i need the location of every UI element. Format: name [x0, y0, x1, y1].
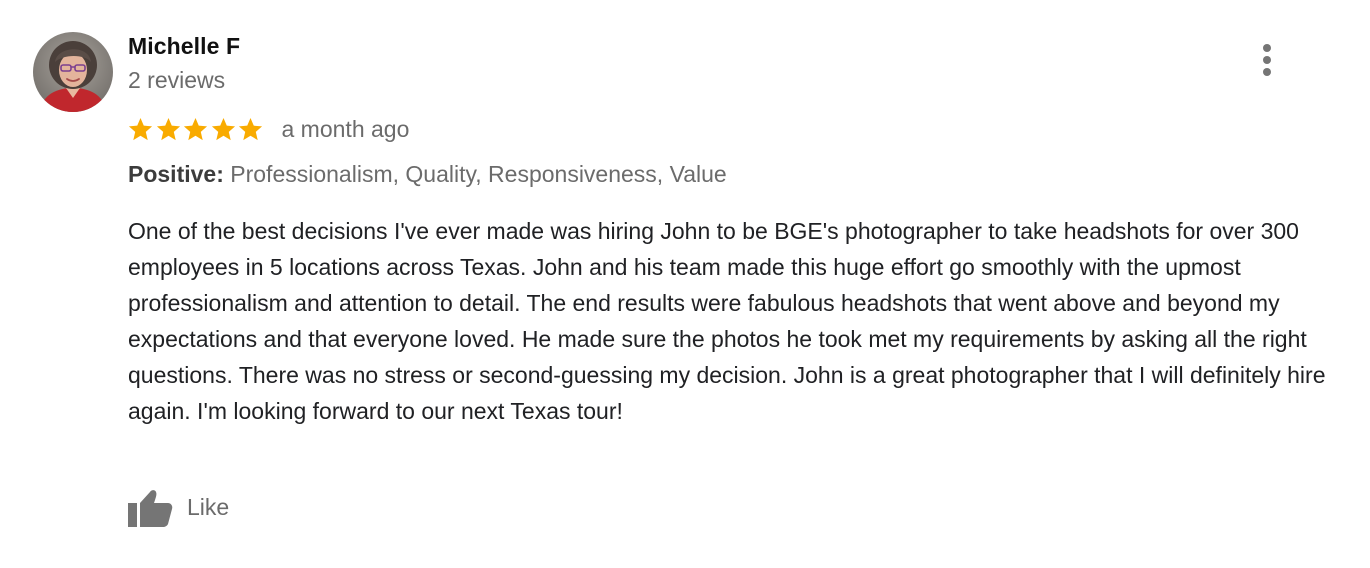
review-card: Michelle F 2 reviews a month ago Positiv…	[0, 0, 1370, 568]
more-vert-icon	[1263, 44, 1271, 76]
star-icon	[156, 117, 180, 140]
review-time: a month ago	[281, 115, 410, 142]
more-options-button[interactable]	[1252, 40, 1282, 82]
positive-aspects: Positive: Professionalism, Quality, Resp…	[128, 161, 727, 188]
user-avatar-photo[interactable]	[33, 32, 113, 112]
aspects-label: Positive:	[128, 161, 224, 187]
review-body: One of the best decisions I've ever made…	[128, 218, 1326, 424]
thumbs-up-icon	[128, 490, 173, 527]
reviewer-name[interactable]: Michelle F	[128, 33, 240, 60]
star-rating	[127, 116, 265, 143]
star-icon	[211, 117, 235, 140]
like-button[interactable]: Like	[127, 484, 229, 530]
star-icon	[128, 117, 153, 140]
rating-row: a month ago	[127, 112, 409, 146]
aspects-values: Professionalism, Quality, Responsiveness…	[230, 161, 727, 187]
like-label: Like	[187, 493, 230, 520]
star-icon	[183, 117, 208, 140]
star-icon	[238, 117, 263, 140]
reviewer-review-count: 2 reviews	[128, 67, 226, 93]
